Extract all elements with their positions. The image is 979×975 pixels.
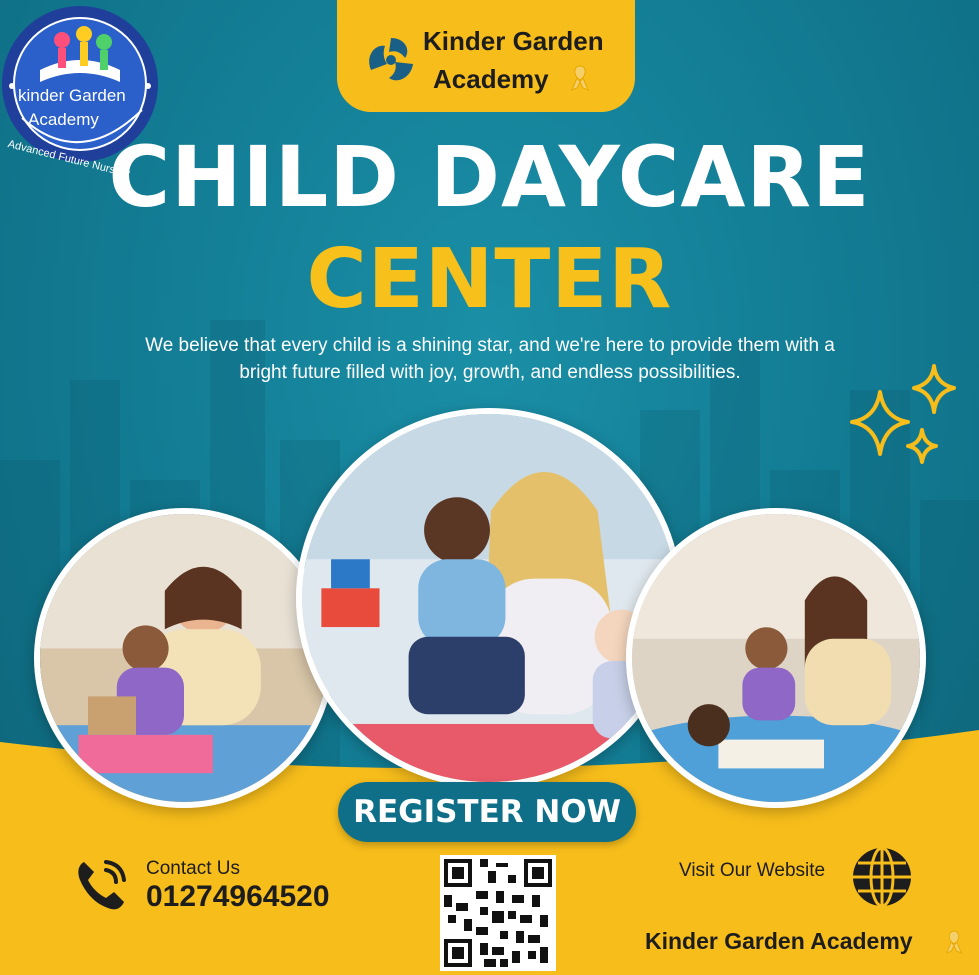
flyer: kinder Garden Academy Advanced Future Nu… <box>0 0 979 975</box>
logo-text-line2: Academy <box>28 110 99 129</box>
brand-swirl-icon <box>369 38 413 81</box>
tagline: We believe that every child is a shining… <box>145 335 835 383</box>
contact-phone-number[interactable]: 01274964520 <box>146 880 330 914</box>
phone-icon <box>78 860 126 910</box>
headline-line2: CENTER <box>306 232 673 327</box>
ribbon-icon <box>945 930 963 954</box>
photo-teacher-with-toddler <box>34 508 334 808</box>
sparkle-icon <box>850 364 956 464</box>
brand-name-line2: Academy <box>433 64 549 94</box>
visit-website-label: Visit Our Website <box>679 860 826 881</box>
globe-icon[interactable] <box>850 845 914 909</box>
brand-tab: Kinder Garden Academy <box>337 0 635 112</box>
contact-label: Contact Us <box>146 858 240 879</box>
photo-children-drawing <box>626 508 926 808</box>
qr-code[interactable] <box>440 855 556 971</box>
headline-line1: CHILD DAYCARE <box>108 128 871 226</box>
photo-teacher-with-children <box>296 408 682 788</box>
website-name[interactable]: Kinder Garden Academy <box>645 928 913 955</box>
ribbon-icon <box>571 65 589 91</box>
register-now-button[interactable]: REGISTER NOW <box>338 782 636 842</box>
brand-name-line1: Kinder Garden <box>423 26 604 56</box>
logo-text-line1: kinder Garden <box>18 86 126 105</box>
